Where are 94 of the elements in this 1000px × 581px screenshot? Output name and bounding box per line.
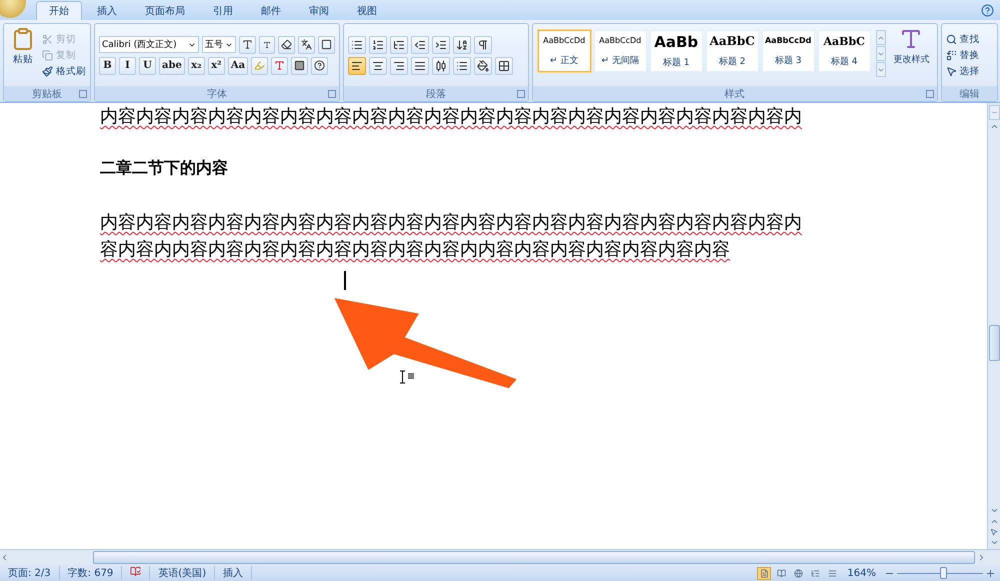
group-title: 编辑 — [959, 88, 980, 100]
clear-format-icon[interactable] — [278, 36, 295, 54]
grow-font-icon[interactable] — [239, 36, 256, 54]
shrink-font-icon[interactable] — [259, 36, 275, 54]
scroll-down-icon[interactable] — [990, 506, 998, 515]
align-center-icon[interactable] — [369, 56, 387, 74]
text-caret — [344, 271, 346, 290]
border-text-icon[interactable] — [318, 36, 335, 54]
view-icon — [760, 568, 769, 578]
clipboard-action[interactable]: 格式刷 — [42, 64, 86, 78]
justify-icon[interactable] — [411, 56, 429, 74]
zoom-in-icon[interactable] — [985, 568, 996, 578]
ribbon-tab[interactable]: 视图 — [344, 1, 390, 20]
editing-action[interactable]: 查找 — [946, 32, 980, 46]
format-button[interactable]: x₂ — [188, 56, 205, 74]
numbering-icon[interactable] — [369, 36, 387, 54]
font-name-field[interactable]: Calibri (西文正文) — [99, 36, 199, 53]
phonetic-icon[interactable] — [298, 36, 315, 54]
format-button[interactable]: B — [99, 56, 116, 74]
view-button[interactable] — [757, 566, 772, 580]
page-count: 页面: 2/3 — [0, 566, 60, 580]
font-color-icon[interactable] — [271, 56, 288, 74]
style-item[interactable]: AaBbC 标题 2 — [706, 30, 759, 72]
text-line: 内容内容内容内容内容内容内容内容内容内容内容内容内容内容内容内容内容内容内容内 — [100, 211, 803, 235]
scroll-up-icon[interactable] — [990, 122, 998, 131]
increase-indent-icon[interactable] — [432, 36, 450, 54]
format-button[interactable]: U — [139, 56, 156, 74]
group-title: 字体 — [207, 88, 227, 100]
scroll-right-icon[interactable] — [977, 553, 986, 562]
editing-action[interactable]: 选择 — [946, 64, 980, 78]
scissors-icon — [42, 34, 53, 44]
dialog-launcher-icon[interactable] — [328, 90, 336, 98]
ribbon-tab[interactable]: 插入 — [84, 1, 130, 20]
previous-page-icon[interactable] — [990, 517, 998, 526]
heading: 二章二节下的内容 — [100, 158, 229, 179]
style-item[interactable]: AaBbCcDd ↵ 无间隔 — [594, 30, 647, 72]
ribbon-tab[interactable]: 审阅 — [296, 1, 342, 20]
format-button[interactable]: Aa — [228, 56, 248, 74]
style-item[interactable]: AaBb 标题 1 — [650, 30, 703, 72]
fill-icon[interactable] — [474, 56, 492, 74]
distribute-icon[interactable] — [432, 56, 450, 74]
text-line: 容内容内内容内容内容内容内容内容内容内容内内容内容内容内容内容内容内容 — [100, 238, 731, 262]
pilcrow-icon[interactable] — [474, 36, 492, 54]
style-item[interactable]: AaBbCcDd ↵ 正文 — [538, 30, 591, 72]
insert-mode-status[interactable]: 插入 — [215, 566, 252, 580]
dialog-launcher-icon[interactable] — [926, 90, 934, 98]
editing-action[interactable]: 替换 — [946, 48, 980, 62]
font-size: 五号 — [205, 39, 223, 51]
replace-icon — [946, 50, 957, 60]
ribbon-tab[interactable]: 开始 — [36, 1, 82, 20]
multilevel-list-icon[interactable] — [390, 36, 408, 54]
next-page-icon[interactable] — [990, 538, 998, 547]
view-icon — [794, 568, 803, 578]
language-status[interactable]: 英语(美国) — [150, 566, 216, 580]
slider-thumb[interactable] — [940, 566, 948, 578]
ribbon-tab[interactable]: 引用 — [200, 1, 246, 20]
sort-icon[interactable] — [453, 36, 471, 54]
scroll-left-icon[interactable] — [0, 553, 9, 562]
text-line: 内容内容内容内容内容内容内容内容内容内容内容内容内容内容内容内容内容内容内容内 — [100, 105, 803, 129]
style-item[interactable]: AaBbCcDd 标题 3 — [762, 30, 815, 72]
ribbon-tab[interactable]: 页面布局 — [132, 1, 198, 20]
view-icon — [776, 568, 786, 578]
clipboard-icon — [11, 27, 35, 51]
decrease-indent-icon[interactable] — [411, 36, 429, 54]
bullets-icon[interactable] — [348, 36, 366, 54]
copy-icon — [42, 50, 53, 60]
view-icon — [828, 568, 837, 578]
line-spacing-icon[interactable] — [453, 56, 471, 74]
shading-icon[interactable] — [291, 56, 308, 74]
align-right-icon[interactable] — [390, 56, 408, 74]
brush-icon — [42, 66, 53, 76]
format-button[interactable]: x² — [208, 56, 225, 74]
group-title: 段落 — [426, 88, 446, 100]
font-name: Calibri (西文正文) — [102, 38, 177, 51]
style-item[interactable]: AaBbC 标题 4 — [818, 30, 871, 72]
help-icon[interactable] — [981, 4, 994, 16]
font-size-field[interactable]: 五号 — [202, 36, 236, 53]
zoom-level: 164% — [846, 568, 877, 578]
paste-button[interactable]: 粘贴 — [8, 27, 38, 83]
group-title: 样式 — [724, 88, 745, 100]
align-left-icon[interactable] — [348, 56, 366, 74]
i-beam-cursor-icon — [399, 370, 415, 384]
pointer-icon — [946, 66, 957, 76]
search-icon — [946, 34, 957, 44]
view-icon — [810, 568, 820, 578]
change-styles-button[interactable]: 更改样式 — [890, 27, 933, 83]
format-button[interactable]: I — [119, 56, 136, 74]
format-button[interactable]: abe — [159, 56, 185, 74]
dialog-launcher-icon[interactable] — [79, 90, 87, 98]
dialog-launcher-icon[interactable] — [516, 90, 525, 98]
group-title: 剪贴板 — [32, 88, 62, 100]
borders-icon[interactable] — [495, 56, 513, 74]
word-count: 字数: 679 — [60, 566, 122, 580]
ribbon-tab[interactable]: 邮件 — [248, 1, 294, 20]
